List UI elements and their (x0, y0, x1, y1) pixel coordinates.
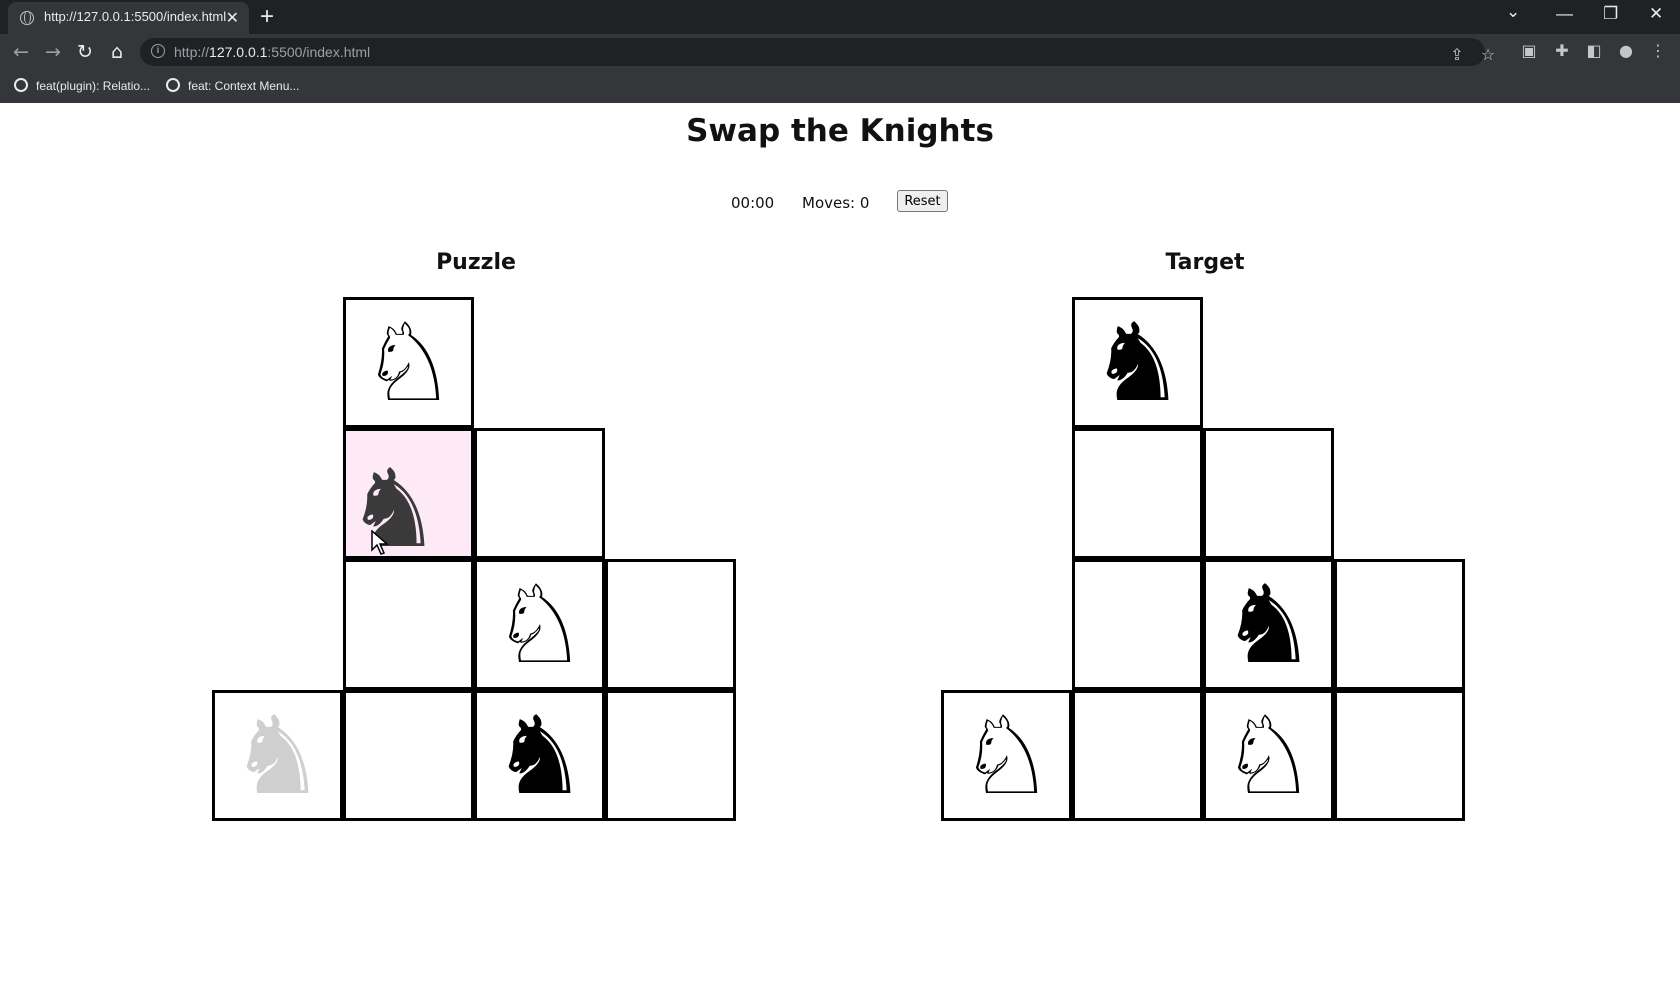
puzzle-cell-r3c2[interactable]: ♞ (474, 690, 605, 821)
tab-title: http://127.0.0.1:5500/index.html (44, 9, 227, 24)
black-knight-icon: ♞ (1089, 301, 1186, 426)
black-knight-icon[interactable]: ♞ (477, 693, 602, 819)
browser-chrome: http://127.0.0.1:5500/index.html ✕ + ⌄ —… (0, 0, 1680, 103)
timer-display: 00:00 (731, 194, 775, 212)
bookmarks-bar: feat(plugin): Relatio... feat: Context M… (0, 70, 1680, 103)
puzzle-cell-r2c3[interactable] (605, 559, 736, 690)
moves-counter: Moves: 0 (802, 194, 870, 212)
bookmark-item-1[interactable]: feat(plugin): Relatio... (14, 76, 150, 96)
back-icon[interactable]: ← (8, 39, 34, 65)
dragged-black-knight-icon[interactable]: ♞ (328, 446, 459, 574)
restore-icon[interactable]: ❐ (1603, 4, 1618, 24)
white-knight-icon: ♘ (1220, 694, 1317, 819)
mouse-cursor-icon (371, 530, 390, 555)
bookmark-star-icon[interactable]: ☆ (1477, 44, 1499, 66)
home-icon[interactable]: ⌂ (104, 39, 130, 65)
tab-strip: http://127.0.0.1:5500/index.html ✕ + ⌄ —… (0, 0, 1680, 34)
target-cell-r2c1[interactable] (1072, 559, 1203, 690)
window-close-icon[interactable]: ✕ (1649, 4, 1663, 24)
extension-briefcase-icon[interactable]: ▣ (1518, 40, 1540, 62)
tab-search-icon[interactable]: ⌄ (1506, 2, 1520, 22)
puzzle-title: Puzzle (436, 250, 516, 275)
target-cell-r0c1[interactable]: ♞ (1072, 297, 1203, 428)
new-tab-button[interactable]: + (260, 3, 274, 31)
puzzle-cell-r2c2[interactable]: ♘ (474, 559, 605, 690)
forward-icon[interactable]: → (40, 39, 66, 65)
target-cell-r2c2[interactable]: ♞ (1203, 559, 1334, 690)
github-icon (166, 78, 180, 92)
white-knight-icon[interactable]: ♘ (477, 562, 602, 688)
browser-toolbar: ← → ↻ ⌂ i http://127.0.0.1:5500/index.ht… (0, 34, 1680, 70)
puzzle-cell-r3c1[interactable] (343, 690, 474, 821)
puzzle-cell-r3c3[interactable] (605, 690, 736, 821)
puzzle-board: ♘ ♘ ♞ ♞ (212, 297, 740, 827)
extensions-puzzle-icon[interactable]: ✚ (1551, 40, 1573, 62)
bookmark-item-2[interactable]: feat: Context Menu... (166, 76, 299, 96)
reset-button[interactable]: Reset (897, 190, 948, 212)
side-panel-icon[interactable]: ◧ (1583, 40, 1605, 62)
page-content: Swap the Knights 00:00 Moves: 0 Reset Pu… (0, 103, 1680, 1003)
page-title: Swap the Knights (686, 113, 994, 149)
globe-icon (20, 11, 34, 25)
github-icon (14, 78, 28, 92)
target-cell-r2c3[interactable] (1334, 559, 1465, 690)
target-cell-r1c1[interactable] (1072, 428, 1203, 559)
target-cell-r3c2[interactable]: ♘ (1203, 690, 1334, 821)
puzzle-cell-r2c1[interactable] (343, 559, 474, 690)
target-board: ♞ ♞ ♘ ♘ (941, 297, 1469, 827)
share-icon[interactable]: ⇪ (1446, 44, 1468, 66)
controls-bar: 00:00 Moves: 0 Reset (0, 190, 1680, 218)
white-knight-icon[interactable]: ♘ (346, 300, 471, 426)
url-text[interactable]: http://127.0.0.1:5500/index.html (174, 44, 370, 60)
browser-tab[interactable]: http://127.0.0.1:5500/index.html ✕ (8, 2, 249, 34)
puzzle-cell-r3c0[interactable]: ♞ (212, 690, 343, 821)
white-knight-icon: ♘ (958, 694, 1055, 819)
puzzle-cell-r0c1[interactable]: ♘ (343, 297, 474, 428)
address-bar[interactable]: i http://127.0.0.1:5500/index.html ⇪ ☆ (140, 38, 1495, 66)
menu-kebab-icon[interactable]: ⋮ (1647, 40, 1669, 62)
target-cell-r3c3[interactable] (1334, 690, 1465, 821)
tab-close-icon[interactable]: ✕ (226, 8, 239, 28)
reload-icon[interactable]: ↻ (72, 39, 98, 65)
target-cell-r3c0[interactable]: ♘ (941, 690, 1072, 821)
puzzle-cell-r1c2[interactable] (474, 428, 605, 559)
profile-avatar-icon[interactable]: ● (1615, 40, 1637, 62)
target-cell-r1c2[interactable] (1203, 428, 1334, 559)
minimize-icon[interactable]: — (1556, 4, 1573, 24)
black-knight-icon: ♞ (1220, 563, 1317, 688)
site-info-icon[interactable]: i (151, 44, 165, 58)
ghost-knight-icon[interactable]: ♞ (215, 693, 340, 819)
target-cell-r3c1[interactable] (1072, 690, 1203, 821)
target-title: Target (1165, 250, 1245, 275)
